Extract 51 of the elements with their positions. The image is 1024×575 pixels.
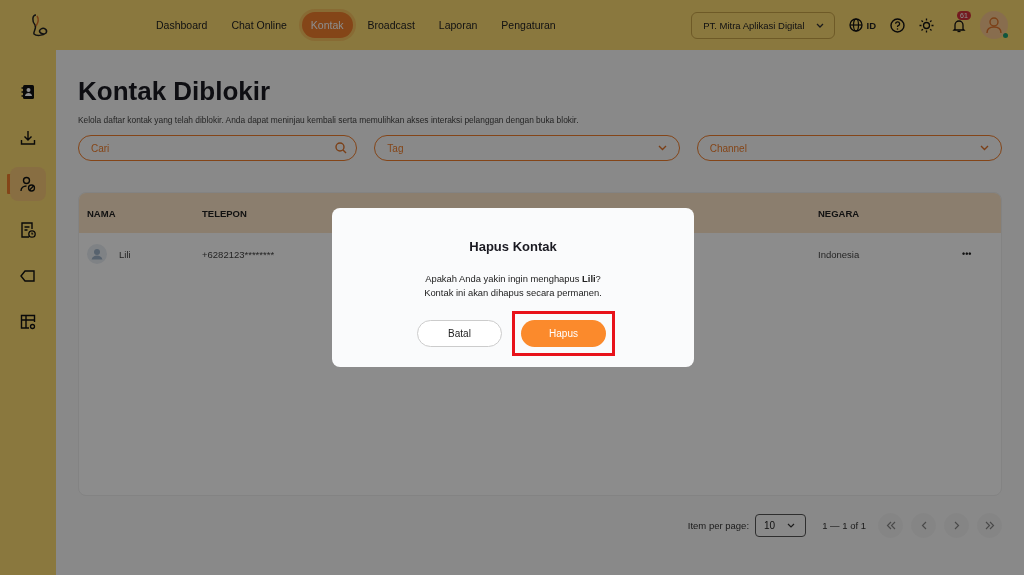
language-button[interactable]: ID	[848, 18, 876, 32]
sidebar-item[interactable]	[10, 167, 46, 201]
chevron-down-icon	[980, 145, 989, 151]
page-description: Kelola daftar kontak yang telah diblokir. Anda dapat meninjau kembali serta memulihkan akses interaksi pelanggan dengan buka blokir.	[78, 115, 580, 125]
per-page-label: Item per page:	[687, 520, 750, 531]
logo-icon	[31, 13, 49, 37]
page-range: 1 — 1 of 1	[822, 520, 866, 531]
first-page-button[interactable]	[878, 513, 903, 538]
column-header: NEGARA	[818, 207, 861, 219]
nav-tab[interactable]: Broadcast	[358, 12, 424, 38]
search-field[interactable]: Cari	[78, 135, 358, 161]
delete-button[interactable]: Hapus	[521, 320, 606, 347]
nav-tab[interactable]: Chat Online	[222, 12, 296, 38]
chevron-down-icon	[657, 145, 667, 151]
user-avatar[interactable]	[980, 11, 1008, 39]
nav-tab[interactable]: Laporan	[429, 12, 487, 38]
nav-tab[interactable]: Kontak	[301, 12, 353, 38]
contact-book-icon	[20, 84, 36, 100]
download-icon	[20, 130, 36, 146]
bell-icon[interactable]	[952, 17, 966, 33]
dialog-message: Apakah Anda yakin ingin menghapus Lili? Kontak ini akan dihapus secara permanen.	[424, 272, 602, 300]
company-select[interactable]: PT. Mitra Aplikasi Digital	[691, 11, 835, 39]
last-page-button[interactable]	[977, 513, 1002, 538]
column-header: TELEPON	[202, 207, 248, 219]
help-icon[interactable]	[890, 17, 905, 33]
nav-tab[interactable]: Pengaturan	[492, 12, 565, 38]
tag-icon	[20, 268, 36, 284]
table-cell: +6282123********	[202, 248, 275, 260]
nav-tab[interactable]: Dashboard	[147, 12, 217, 38]
document-clock-icon	[20, 222, 36, 238]
more-button[interactable]: •••	[948, 249, 972, 259]
double-chevron-left-icon	[885, 521, 896, 530]
double-chevron-right-icon	[984, 521, 995, 530]
globe-icon	[848, 18, 863, 32]
avatar-icon	[87, 244, 107, 264]
chevron-left-icon	[920, 521, 927, 530]
sun-icon[interactable]	[919, 17, 934, 33]
per-page-select[interactable]: 10	[755, 514, 807, 537]
search-icon	[335, 142, 348, 154]
table-settings-icon	[20, 314, 36, 330]
column-header: NAMA	[87, 207, 117, 219]
cancel-button[interactable]: Batal	[417, 320, 502, 347]
chevron-right-icon	[953, 521, 960, 530]
chevron-down-icon	[815, 22, 824, 28]
table-cell: Lili	[119, 248, 131, 260]
page-title: Kontak Diblokir	[78, 76, 272, 107]
user-blocked-icon	[20, 176, 36, 192]
dialog-title: Hapus Kontak	[469, 239, 557, 254]
user-icon	[986, 16, 1002, 34]
table-cell: Indonesia	[818, 248, 860, 260]
chevron-down-icon	[787, 523, 796, 528]
